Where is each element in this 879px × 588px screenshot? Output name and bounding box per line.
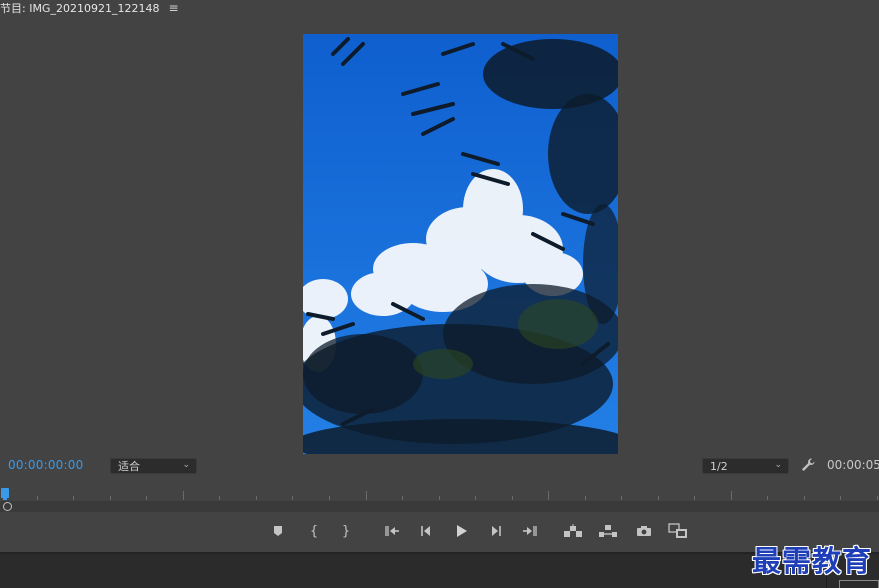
extract-button[interactable] [597,520,619,542]
ruler-tick [694,496,695,500]
chevron-down-icon: ⌄ [774,460,782,470]
wrench-icon[interactable] [800,457,816,473]
watermark-logo: 最需教育 [752,544,873,578]
program-monitor-panel: 节目: IMG_20210921_122148 ≡ 00:00:00:00 适合… [0,0,879,552]
go-to-out-button[interactable] [519,520,541,542]
zoom-scrollbar-handle[interactable] [3,502,12,511]
sky-photo [303,34,618,454]
comparison-icon [668,523,687,538]
transport-controls: { } [0,520,879,542]
go-to-out-icon [523,526,537,536]
ruler-tick [219,496,220,500]
extract-icon [599,525,617,537]
ruler-tick [585,496,586,500]
ruler-tick [73,496,74,500]
duration-timecode: 00:00:05 [827,458,879,472]
timeline-panel-strip [0,554,879,588]
time-ruler[interactable] [0,486,879,500]
step-forward-button[interactable] [485,520,507,542]
ruler-tick [366,491,367,500]
ruler-tick [402,496,403,500]
program-monitor-frame[interactable] [303,34,618,454]
ruler-tick [877,496,878,500]
zoom-scrollbar[interactable] [0,501,879,512]
ruler-tick [292,496,293,500]
step-back-button[interactable] [415,520,437,542]
ruler-tick [512,496,513,500]
panel-menu-icon[interactable]: ≡ [168,1,178,15]
ruler-tick [256,496,257,500]
camera-icon [637,526,651,536]
ruler-tick [658,496,659,500]
lift-icon [564,524,582,537]
playhead-stem [3,497,7,500]
comparison-view-button[interactable] [667,520,689,542]
ruler-tick [110,496,111,500]
play-button[interactable] [450,520,472,542]
ruler-tick [37,496,38,500]
add-marker-button[interactable] [267,520,289,542]
playback-resolution-select[interactable]: 1/2 ⌄ [702,458,789,474]
ruler-tick [146,496,147,500]
mark-out-button[interactable]: } [335,520,357,542]
ruler-tick [329,496,330,500]
play-icon [457,525,467,537]
lift-button[interactable] [562,520,584,542]
zoom-level-select[interactable]: 适合 ⌄ [110,458,197,474]
panel-corner-box [839,580,879,588]
ruler-tick [548,491,549,500]
panel-title-bar: 节目: IMG_20210921_122148 ≡ [0,0,179,15]
ruler-tick [804,496,805,500]
ruler-tick [731,491,732,500]
bracket-open-icon: { [309,523,319,539]
mark-in-button[interactable]: { [303,520,325,542]
ruler-tick [183,491,184,500]
chevron-down-icon: ⌄ [182,460,190,470]
ruler-tick [439,496,440,500]
playback-resolution-value: 1/2 [710,459,728,473]
go-to-in-button[interactable] [381,520,403,542]
panel-title[interactable]: 节目: IMG_20210921_122148 [0,0,159,16]
ruler-tick [767,496,768,500]
step-back-icon [421,526,430,536]
step-forward-icon [492,526,501,536]
current-timecode[interactable]: 00:00:00:00 [8,458,83,472]
marker-icon [274,526,282,536]
go-to-in-icon [385,526,399,536]
zoom-level-value: 适合 [118,460,140,473]
ruler-tick [621,496,622,500]
export-frame-button[interactable] [633,520,655,542]
ruler-tick [475,496,476,500]
ruler-tick [840,496,841,500]
bracket-close-icon: } [341,523,351,539]
